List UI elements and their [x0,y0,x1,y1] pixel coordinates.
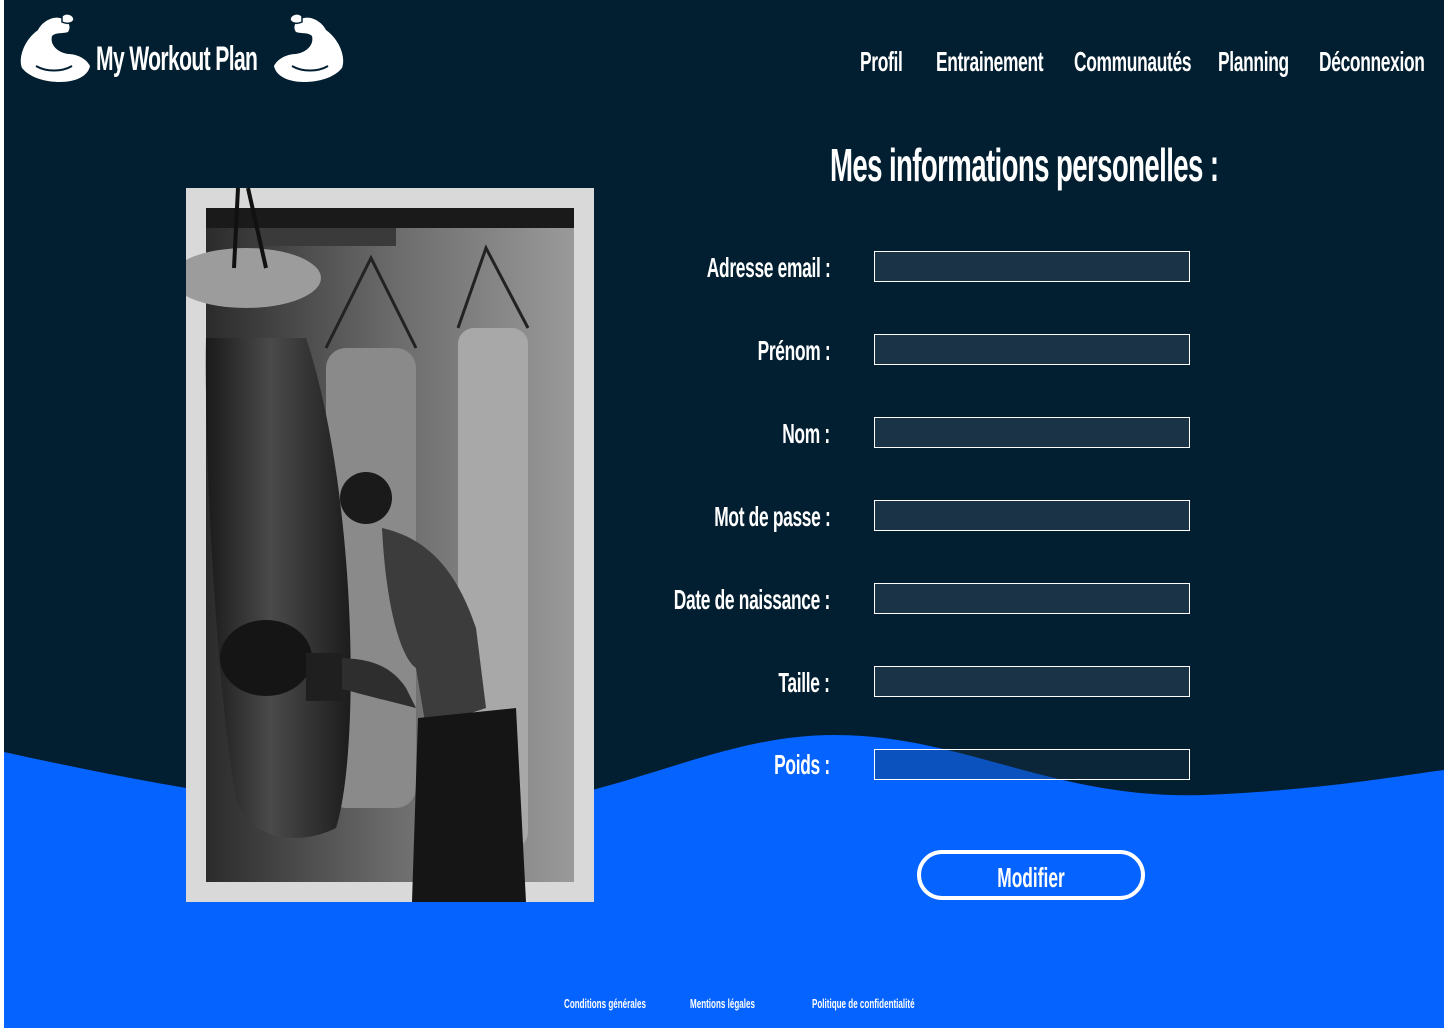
brand-logo[interactable]: My Workout Plan [16,10,346,90]
weight-label: Poids : [774,749,830,780]
email-field[interactable] [874,251,1190,282]
password-label: Mot de passe : [713,501,831,532]
nav-item-planning[interactable]: Planning [1218,46,1289,78]
birthdate-label: Date de naissance : [673,584,831,615]
birthdate-field[interactable] [874,583,1190,614]
lastname-label: Nom : [782,418,830,449]
firstname-label: Prénom : [757,335,830,366]
footer-link-mentions[interactable]: Mentions légales [690,996,755,1011]
height-field[interactable] [874,666,1190,697]
lastname-field[interactable] [874,417,1190,448]
firstname-field[interactable] [874,334,1190,365]
nav-item-deconnexion[interactable]: Déconnexion [1319,46,1425,78]
page: My Workout Plan Profil Entrainement Comm… [4,0,1444,1028]
boxer-leaning-on-punching-bag-image [186,188,594,902]
email-label: Adresse email : [706,252,830,283]
nav-item-profil[interactable]: Profil [860,46,903,78]
flexed-arm-icon [274,13,344,83]
password-field[interactable] [874,500,1190,531]
modifier-button-label: Modifier [997,862,1065,893]
footer-link-conditions[interactable]: Conditions générales [564,996,646,1011]
brand-name: My Workout Plan [96,40,258,78]
modifier-button[interactable]: Modifier [917,850,1145,900]
nav-item-communautes[interactable]: Communautés [1074,46,1191,78]
footer-link-privacy[interactable]: Politique de confidentialité [812,996,915,1011]
height-label: Taille : [778,667,831,698]
weight-field[interactable] [874,749,1190,780]
flexed-arm-icon [20,13,90,83]
nav-item-entrainement[interactable]: Entrainement [936,46,1044,78]
page-title: Mes informations personelles : [830,139,1219,191]
